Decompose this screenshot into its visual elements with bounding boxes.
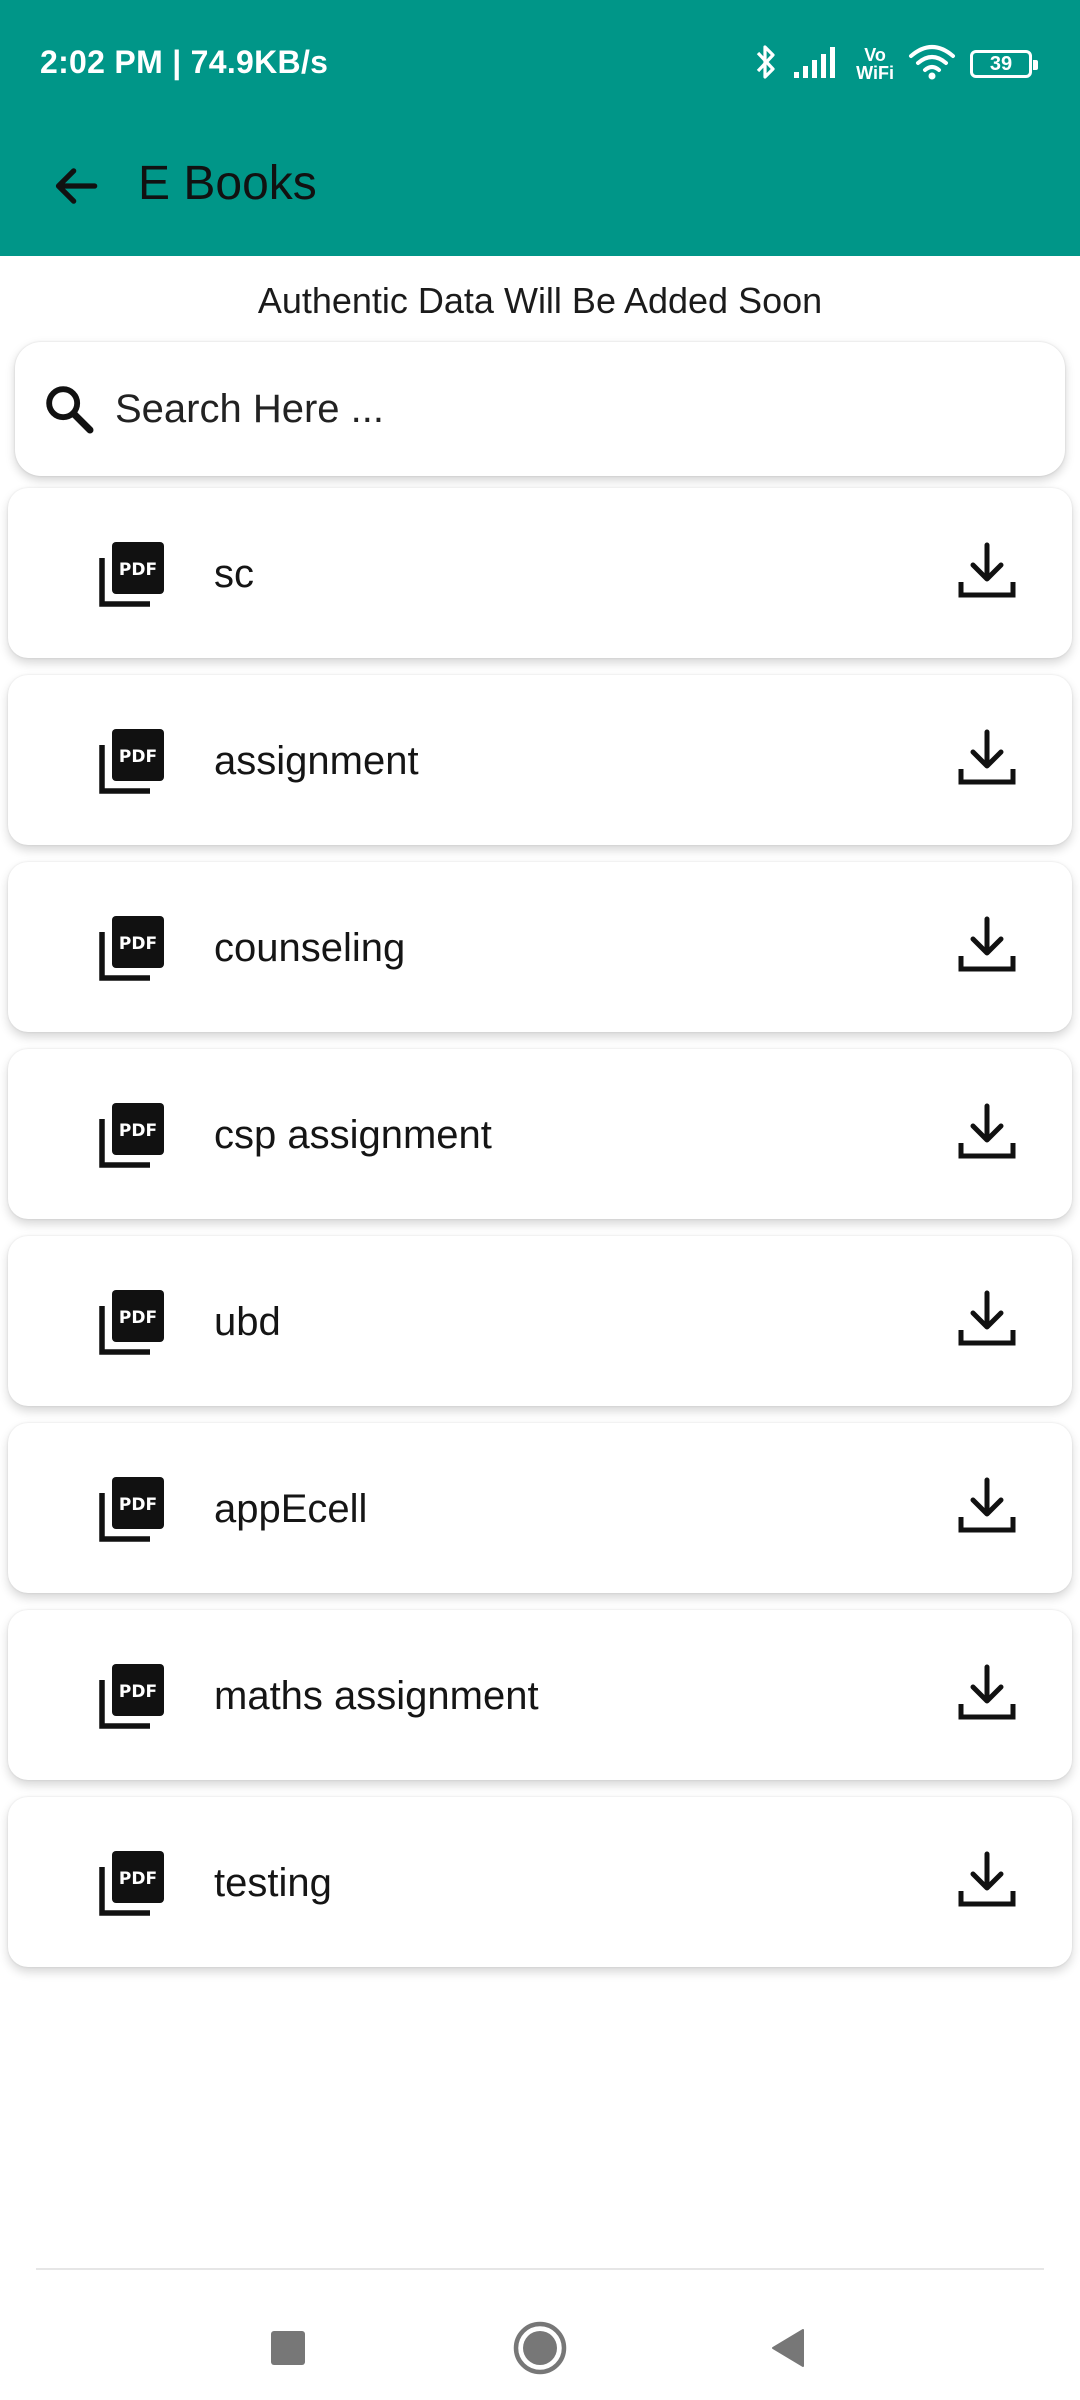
download-icon: [956, 1849, 1018, 1916]
battery-indicator: 39: [970, 50, 1038, 78]
square-icon: [268, 2328, 308, 2373]
app-bar: 2:02 PM | 74.9KB/s Vo WiFi 39 E Books: [0, 0, 1080, 256]
ebook-name: counseling: [214, 926, 406, 970]
wifi-icon: [908, 43, 956, 86]
search-input[interactable]: [113, 385, 1017, 433]
bluetooth-icon: [754, 42, 778, 87]
pdf-icon: PDF: [98, 1475, 166, 1543]
svg-text:PDF: PDF: [119, 1308, 157, 1328]
pdf-icon: PDF: [98, 540, 166, 608]
status-icons: Vo WiFi 39: [754, 38, 1038, 90]
recents-button[interactable]: [248, 2310, 328, 2390]
download-icon: [956, 540, 1018, 607]
svg-text:PDF: PDF: [119, 1682, 157, 1702]
page-title: E Books: [138, 157, 317, 210]
svg-text:PDF: PDF: [119, 560, 157, 580]
download-button[interactable]: [954, 1475, 1020, 1541]
svg-text:PDF: PDF: [119, 934, 157, 954]
system-navigation-bar: [0, 2268, 1080, 2400]
download-icon: [956, 1475, 1018, 1542]
ebook-item[interactable]: PDF sc: [8, 488, 1072, 658]
home-circle-icon: [512, 2320, 568, 2381]
triangle-back-icon: [768, 2326, 808, 2375]
download-icon: [956, 1101, 1018, 1168]
svg-text:PDF: PDF: [119, 1121, 157, 1141]
nav-divider: [36, 2268, 1044, 2270]
ebook-name: ubd: [214, 1300, 281, 1344]
ebook-list: PDF sc PDF assignment PDF counseling PDF csp as…: [8, 488, 1072, 1984]
pdf-icon: PDF: [98, 1101, 166, 1169]
ebook-name: assignment: [214, 739, 419, 783]
download-icon: [956, 1288, 1018, 1355]
ebook-item[interactable]: PDF maths assignment: [8, 1610, 1072, 1780]
download-icon: [956, 914, 1018, 981]
search-icon: [39, 379, 99, 439]
back-button[interactable]: [40, 152, 112, 224]
toolbar: E Books: [0, 130, 1080, 256]
download-button[interactable]: [954, 1662, 1020, 1728]
download-icon: [956, 1662, 1018, 1729]
download-button[interactable]: [954, 727, 1020, 793]
ebook-name: appEcell: [214, 1487, 368, 1531]
ebook-item[interactable]: PDF assignment: [8, 675, 1072, 845]
notice-text: Authentic Data Will Be Added Soon: [257, 280, 823, 321]
ebook-item[interactable]: PDF appEcell: [8, 1423, 1072, 1593]
search-bar[interactable]: [15, 342, 1065, 476]
svg-text:PDF: PDF: [119, 1495, 157, 1515]
download-button[interactable]: [954, 540, 1020, 606]
svg-text:PDF: PDF: [119, 1869, 157, 1889]
download-icon: [956, 727, 1018, 794]
signal-icon: [792, 45, 842, 84]
ebook-name: csp assignment: [214, 1113, 492, 1157]
svg-text:PDF: PDF: [119, 747, 157, 767]
vowifi-indicator: Vo WiFi: [856, 46, 894, 82]
vowifi-top-text: Vo: [864, 45, 886, 65]
pdf-icon: PDF: [98, 1288, 166, 1356]
pdf-icon: PDF: [98, 1849, 166, 1917]
vowifi-bottom-text: WiFi: [856, 63, 894, 83]
ebook-item[interactable]: PDF counseling: [8, 862, 1072, 1032]
ebook-name: testing: [214, 1861, 332, 1905]
download-button[interactable]: [954, 1101, 1020, 1167]
download-button[interactable]: [954, 914, 1020, 980]
ebook-item[interactable]: PDF testing: [8, 1797, 1072, 1967]
pdf-icon: PDF: [98, 914, 166, 982]
status-time-speed: 2:02 PM | 74.9KB/s: [40, 44, 329, 80]
ebook-name: sc: [214, 552, 254, 596]
arrow-left-icon: [48, 158, 104, 219]
pdf-icon: PDF: [98, 1662, 166, 1730]
back-nav-button[interactable]: [748, 2310, 828, 2390]
ebook-item[interactable]: PDF csp assignment: [8, 1049, 1072, 1219]
ebook-item[interactable]: PDF ubd: [8, 1236, 1072, 1406]
ebook-name: maths assignment: [214, 1674, 539, 1718]
status-bar: 2:02 PM | 74.9KB/s Vo WiFi 39: [0, 0, 1080, 130]
pdf-icon: PDF: [98, 727, 166, 795]
download-button[interactable]: [954, 1849, 1020, 1915]
download-button[interactable]: [954, 1288, 1020, 1354]
home-button[interactable]: [500, 2310, 580, 2390]
